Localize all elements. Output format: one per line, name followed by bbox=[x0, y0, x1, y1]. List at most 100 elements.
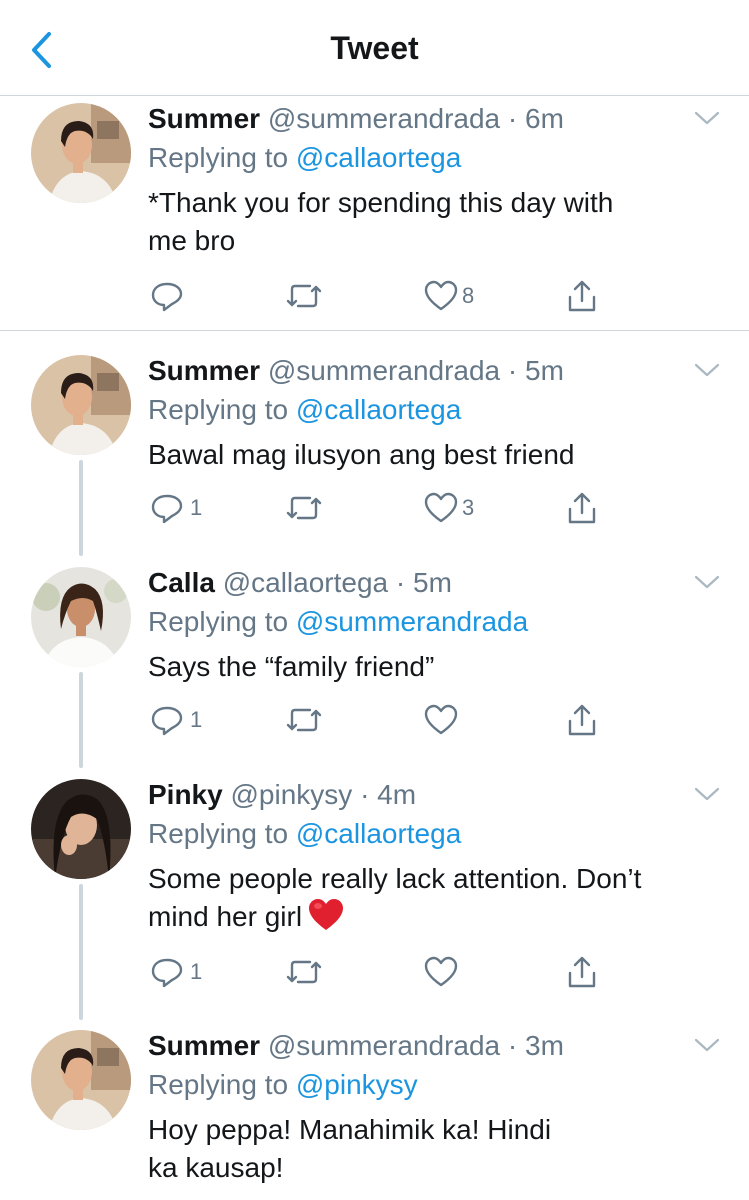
tweet-text-line-with-emoji: mind her girl bbox=[148, 898, 708, 942]
like-count: 3 bbox=[462, 495, 475, 520]
display-name[interactable]: Summer bbox=[148, 1030, 260, 1061]
like-button[interactable]: 3 bbox=[424, 488, 474, 528]
tweet-item[interactable]: Pinky @pinkysy · 4m Replying to @callaor… bbox=[0, 776, 749, 1016]
share-button[interactable] bbox=[564, 276, 600, 316]
reply-button[interactable]: 1 bbox=[148, 700, 202, 740]
mention-link[interactable]: @callaortega bbox=[296, 142, 461, 173]
tweet-text-line: Some people really lack attention. Don’t bbox=[148, 863, 642, 894]
replying-to: Replying to @callaortega bbox=[148, 138, 461, 178]
retweet-icon bbox=[286, 284, 322, 308]
tweet-text: Bawal mag ilusyon ang best friend bbox=[148, 436, 708, 474]
tweet-actions: 1 bbox=[148, 952, 628, 992]
reply-button[interactable]: 1 bbox=[148, 488, 202, 528]
like-button[interactable]: 8 bbox=[424, 276, 474, 316]
share-icon bbox=[568, 280, 596, 312]
separator-dot: · bbox=[507, 103, 518, 134]
divider bbox=[0, 330, 749, 331]
display-name[interactable]: Pinky bbox=[148, 779, 223, 810]
avatar[interactable] bbox=[31, 103, 131, 203]
separator-dot: · bbox=[507, 355, 518, 386]
reply-icon bbox=[151, 494, 183, 524]
mention-link[interactable]: @pinkysy bbox=[296, 1069, 418, 1100]
more-options-button[interactable] bbox=[692, 782, 722, 806]
retweet-icon bbox=[286, 496, 322, 520]
more-options-button[interactable] bbox=[692, 1033, 722, 1057]
user-handle[interactable]: @summerandrada bbox=[268, 103, 500, 134]
like-button[interactable] bbox=[424, 700, 462, 740]
tweet-header: Summer @summerandrada · 5m bbox=[148, 352, 564, 390]
user-handle[interactable]: @summerandrada bbox=[268, 355, 500, 386]
tweet-actions: 1 3 bbox=[148, 488, 628, 528]
tweet-text-line: *Thank you for spending this day with bbox=[148, 187, 614, 218]
user-handle[interactable]: @callaortega bbox=[223, 567, 388, 598]
avatar[interactable] bbox=[31, 355, 131, 455]
timestamp: 3m bbox=[525, 1030, 564, 1061]
tweet-text-line: me bro bbox=[148, 225, 236, 256]
share-button[interactable] bbox=[564, 488, 600, 528]
tweet-text: Hoy peppa! Manahimik ka! Hindi ka kausap… bbox=[148, 1111, 708, 1187]
avatar[interactable] bbox=[31, 567, 131, 667]
mention-link[interactable]: @callaortega bbox=[296, 818, 461, 849]
separator-dot: · bbox=[507, 1030, 518, 1061]
user-handle[interactable]: @summerandrada bbox=[268, 1030, 500, 1061]
mention-link[interactable]: @summerandrada bbox=[296, 606, 528, 637]
red-heart-emoji bbox=[308, 898, 344, 942]
replying-to: Replying to @callaortega bbox=[148, 814, 461, 854]
display-name[interactable]: Calla bbox=[148, 567, 215, 598]
share-button[interactable] bbox=[564, 952, 600, 992]
retweet-button[interactable] bbox=[284, 488, 324, 528]
share-icon bbox=[568, 704, 596, 736]
separator-dot: · bbox=[395, 567, 406, 598]
reply-count: 1 bbox=[190, 959, 203, 984]
tweet-header: Summer @summerandrada · 3m bbox=[148, 1027, 564, 1065]
tweet-text-line: Hoy peppa! Manahimik ka! Hindi bbox=[148, 1114, 552, 1145]
chevron-down-icon bbox=[694, 575, 720, 589]
reply-icon bbox=[151, 958, 183, 988]
replying-to: Replying to @pinkysy bbox=[148, 1065, 418, 1105]
tweet-item[interactable]: Summer @summerandrada · 3m Replying to @… bbox=[0, 1027, 749, 1200]
tweet-text-line: Bawal mag ilusyon ang best friend bbox=[148, 439, 575, 470]
tweet-text-line: ka kausap! bbox=[148, 1152, 284, 1183]
more-options-button[interactable] bbox=[692, 106, 722, 130]
retweet-icon bbox=[286, 960, 322, 984]
display-name[interactable]: Summer bbox=[148, 355, 260, 386]
display-name[interactable]: Summer bbox=[148, 103, 260, 134]
share-icon bbox=[568, 492, 596, 524]
share-icon bbox=[568, 956, 596, 988]
reply-button[interactable]: 1 bbox=[148, 952, 202, 992]
heart-icon bbox=[424, 492, 458, 523]
tweet-text: Some people really lack attention. Don’t… bbox=[148, 860, 708, 942]
tweet-item[interactable]: Summer @summerandrada · 6m Replying to @… bbox=[0, 100, 749, 330]
tweet-item[interactable]: Summer @summerandrada · 5m Replying to @… bbox=[0, 352, 749, 552]
retweet-button[interactable] bbox=[284, 952, 324, 992]
like-button[interactable] bbox=[424, 952, 462, 992]
reply-button[interactable] bbox=[148, 276, 190, 316]
reply-count: 1 bbox=[190, 495, 203, 520]
heart-icon bbox=[424, 704, 458, 735]
timestamp: 5m bbox=[413, 567, 452, 598]
replying-to: Replying to @summerandrada bbox=[148, 602, 528, 642]
tweet-text-line: Says the “family friend” bbox=[148, 651, 435, 682]
more-options-button[interactable] bbox=[692, 358, 722, 382]
replying-label: Replying to bbox=[148, 142, 296, 173]
separator-dot: · bbox=[360, 779, 370, 810]
avatar[interactable] bbox=[31, 1030, 131, 1130]
tweet-header: Pinky @pinkysy · 4m bbox=[148, 776, 416, 814]
chevron-down-icon bbox=[694, 787, 720, 801]
timestamp: 6m bbox=[525, 103, 564, 134]
tweet-item[interactable]: Calla @callaortega · 5m Replying to @sum… bbox=[0, 564, 749, 764]
more-options-button[interactable] bbox=[692, 570, 722, 594]
share-button[interactable] bbox=[564, 700, 600, 740]
user-handle[interactable]: @pinkysy bbox=[230, 779, 352, 810]
nav-header: Tweet bbox=[0, 0, 749, 96]
chevron-down-icon bbox=[694, 111, 720, 125]
retweet-button[interactable] bbox=[284, 276, 324, 316]
page-title: Tweet bbox=[330, 30, 419, 66]
timestamp: 4m bbox=[377, 779, 417, 810]
mention-link[interactable]: @callaortega bbox=[296, 394, 461, 425]
retweet-button[interactable] bbox=[284, 700, 324, 740]
tweet-text-line: mind her girl bbox=[148, 901, 303, 932]
retweet-icon bbox=[286, 708, 322, 732]
avatar[interactable] bbox=[31, 779, 131, 879]
replying-label: Replying to bbox=[148, 394, 296, 425]
